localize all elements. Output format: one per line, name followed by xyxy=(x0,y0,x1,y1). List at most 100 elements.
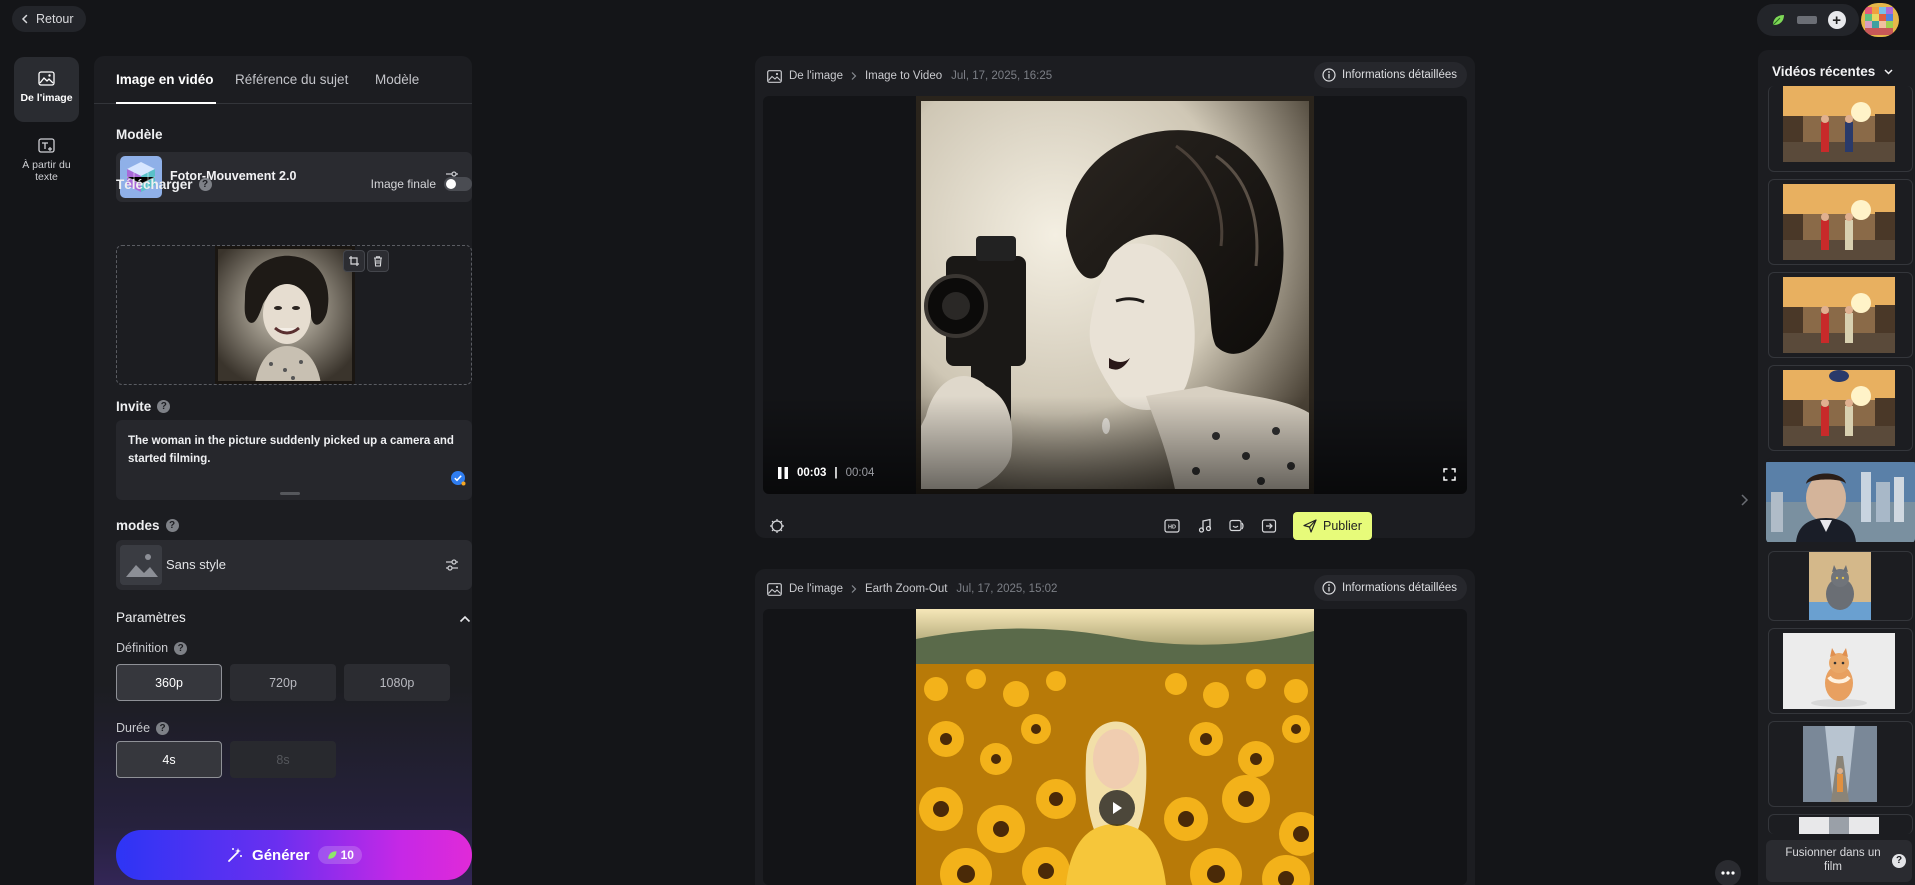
prompt-textarea[interactable]: The woman in the picture suddenly picked… xyxy=(116,420,472,500)
play-button[interactable] xyxy=(1099,790,1135,826)
svg-text:HD: HD xyxy=(1168,525,1176,531)
add-credits-button[interactable]: + xyxy=(1827,11,1846,29)
help-icon[interactable]: ? xyxy=(165,519,179,532)
timestamp: Jul, 17, 2025, 16:25 xyxy=(951,70,1053,82)
recent-video-thumb[interactable] xyxy=(1768,551,1913,621)
info-icon xyxy=(1322,581,1336,595)
lip-sync-icon[interactable] xyxy=(1225,514,1249,538)
delete-image-button[interactable] xyxy=(367,250,389,272)
nav-label: De l'image xyxy=(20,92,73,104)
merge-into-film-button[interactable]: Fusionner dans un film ? xyxy=(1766,840,1912,882)
cost-value: 10 xyxy=(340,848,354,862)
nav-from-image[interactable]: De l'image xyxy=(14,57,79,122)
play-icon xyxy=(1111,801,1123,815)
style-name: Sans style xyxy=(166,557,226,572)
hd-icon[interactable]: HD xyxy=(1160,514,1184,538)
help-icon[interactable]: ? xyxy=(157,400,171,413)
generate-cost-badge: 10 xyxy=(317,846,362,864)
recent-video-thumb[interactable] xyxy=(1768,365,1913,451)
chevron-up-icon[interactable] xyxy=(458,612,472,626)
prompt-text: The woman in the picture suddenly picked… xyxy=(128,435,454,466)
details-button[interactable]: Informations détaillées xyxy=(1313,62,1467,88)
avatar[interactable] xyxy=(1861,3,1899,37)
help-icon[interactable]: ? xyxy=(1892,854,1906,868)
definition-720p[interactable]: 720p xyxy=(230,664,336,701)
definition-360p[interactable]: 360p xyxy=(116,664,222,701)
recent-video-thumb[interactable] xyxy=(1766,458,1915,544)
video-frame xyxy=(916,609,1314,885)
extend-video-icon[interactable] xyxy=(1257,514,1281,538)
recent-videos-title: Vidéos récentes xyxy=(1772,64,1876,79)
help-icon[interactable]: ? xyxy=(174,641,188,655)
watermark-remove-icon[interactable] xyxy=(765,514,789,538)
final-image-label: Image finale xyxy=(370,177,436,191)
video-card: De l'image Earth Zoom-Out Jul, 17, 2025,… xyxy=(755,569,1475,885)
leaf-icon xyxy=(326,849,338,861)
fullscreen-icon[interactable] xyxy=(1443,468,1456,481)
recent-video-thumb[interactable] xyxy=(1768,721,1913,807)
video-card: De l'image Image to Video Jul, 17, 2025,… xyxy=(755,56,1475,540)
playback-controls: 00:03 | 00:04 xyxy=(777,466,874,480)
time-current: 00:03 xyxy=(797,467,827,479)
recent-video-thumb[interactable] xyxy=(1768,272,1913,358)
back-button[interactable]: Retour xyxy=(12,6,86,32)
expand-sidebar-handle[interactable] xyxy=(1733,488,1755,512)
upload-section-label: Télécharger ? xyxy=(116,177,212,192)
recent-video-thumb[interactable] xyxy=(1768,179,1913,265)
check-badge-icon xyxy=(450,470,466,486)
resize-handle[interactable] xyxy=(280,492,300,495)
sliders-icon[interactable] xyxy=(444,557,460,573)
image-icon xyxy=(767,69,782,83)
breadcrumb-source[interactable]: De l'image xyxy=(789,583,843,595)
details-label: Informations détaillées xyxy=(1341,69,1457,81)
text-image-icon xyxy=(38,138,55,153)
recent-video-thumb[interactable] xyxy=(1768,628,1913,714)
crop-button[interactable] xyxy=(343,250,365,272)
recent-videos-sidebar: Vidéos récentes Fusionner dans un film ? xyxy=(1758,50,1915,885)
breadcrumb: De l'image Earth Zoom-Out Jul, 17, 2025,… xyxy=(767,580,1057,598)
music-icon[interactable] xyxy=(1193,514,1217,538)
help-icon[interactable]: ? xyxy=(156,721,170,735)
time-separator: | xyxy=(834,467,838,479)
breadcrumb-title: Image to Video xyxy=(864,70,943,82)
details-button[interactable]: Informations détaillées xyxy=(1313,575,1467,601)
breadcrumb: De l'image Image to Video Jul, 17, 2025,… xyxy=(767,67,1052,85)
help-icon[interactable]: ? xyxy=(198,178,212,191)
nav-from-text[interactable]: À partir du texte xyxy=(14,124,79,186)
chevron-right-icon xyxy=(850,584,858,594)
credits-widget[interactable]: + xyxy=(1757,4,1859,36)
final-image-toggle-row: Image finale xyxy=(371,177,472,191)
merge-label: Fusionner dans un film xyxy=(1785,847,1881,873)
publish-button[interactable]: Publier xyxy=(1293,512,1372,540)
definition-label: Définition ? xyxy=(116,641,188,655)
leaf-icon xyxy=(1770,12,1786,28)
chevron-left-icon xyxy=(20,14,30,24)
chevron-right-icon xyxy=(850,71,858,81)
pause-icon[interactable] xyxy=(777,466,789,480)
final-image-toggle[interactable] xyxy=(444,177,472,191)
duration-4s[interactable]: 4s xyxy=(116,741,222,778)
video-player[interactable] xyxy=(763,609,1467,885)
info-icon xyxy=(1322,68,1336,82)
trash-icon xyxy=(372,255,384,267)
image-icon xyxy=(38,71,55,86)
more-options-button[interactable] xyxy=(1715,860,1741,885)
video-player[interactable]: 00:03 | 00:04 xyxy=(763,96,1467,494)
style-selector[interactable]: Sans style xyxy=(116,540,472,590)
definition-1080p[interactable]: 1080p xyxy=(344,664,450,701)
duration-label: Durée ? xyxy=(116,721,170,735)
params-header[interactable]: Paramètres xyxy=(116,608,472,632)
recent-videos-header[interactable]: Vidéos récentes xyxy=(1772,64,1894,79)
recent-video-thumb[interactable] xyxy=(1768,86,1913,172)
nav-label: À partir du texte xyxy=(22,159,71,184)
image-icon xyxy=(767,582,782,596)
generate-button[interactable]: Générer 10 xyxy=(116,830,472,880)
time-total: 00:04 xyxy=(845,467,875,479)
upload-dropzone[interactable] xyxy=(116,245,472,385)
back-label: Retour xyxy=(36,12,74,26)
details-label: Informations détaillées xyxy=(1341,582,1457,594)
uploaded-image xyxy=(215,246,355,384)
timestamp: Jul, 17, 2025, 15:02 xyxy=(956,583,1058,595)
breadcrumb-source[interactable]: De l'image xyxy=(789,70,843,82)
recent-video-thumb[interactable] xyxy=(1768,814,1913,834)
